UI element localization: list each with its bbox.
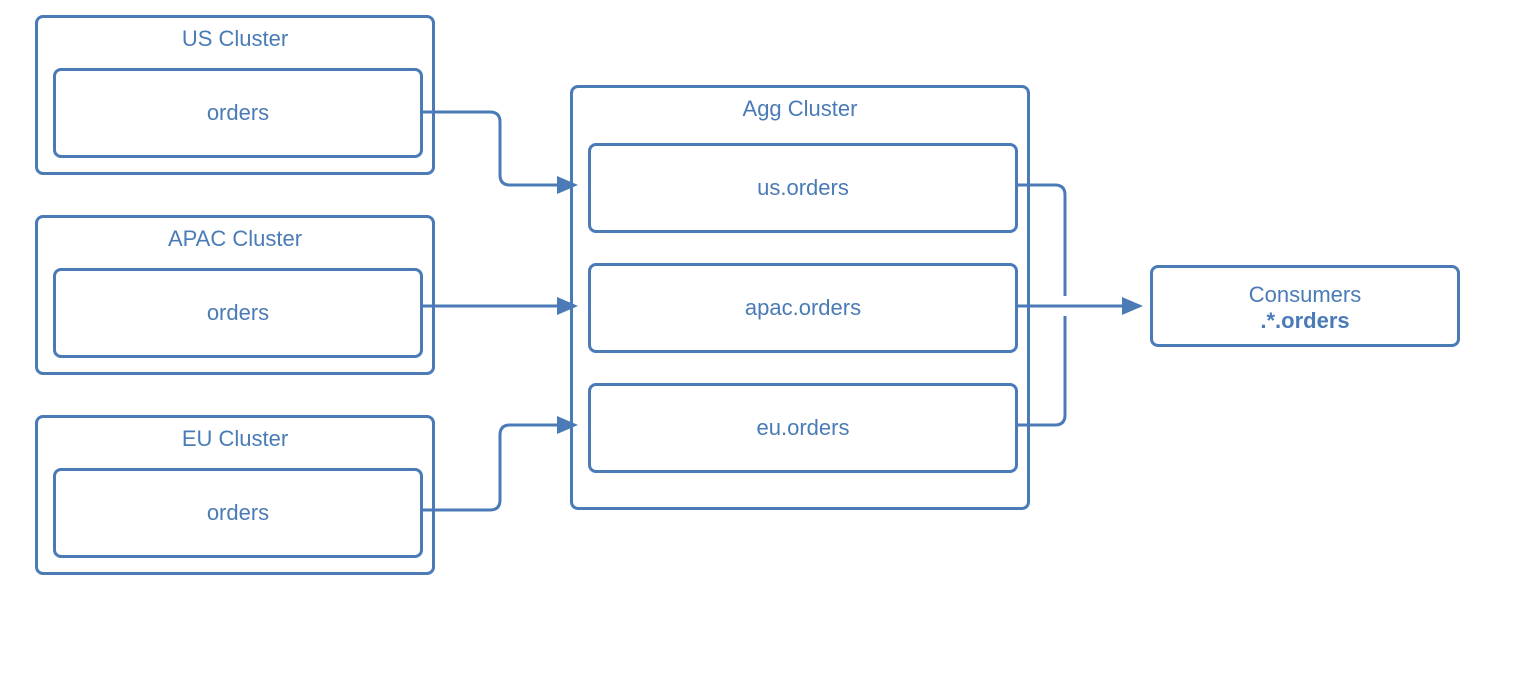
apac-orders-topic: orders xyxy=(53,268,423,358)
agg-cluster-title: Agg Cluster xyxy=(573,88,1027,128)
consumers-label: Consumers xyxy=(1249,282,1361,307)
eu-cluster-title: EU Cluster xyxy=(38,418,432,458)
arrow-eu-to-agg xyxy=(420,425,575,510)
us-orders-agg-topic: us.orders xyxy=(588,143,1018,233)
eu-orders-topic: orders xyxy=(53,468,423,558)
us-orders-topic: orders xyxy=(53,68,423,158)
arrow-us-to-agg xyxy=(420,112,575,185)
apac-orders-agg-topic: apac.orders xyxy=(588,263,1018,353)
eu-cluster-box: EU Cluster orders xyxy=(35,415,435,575)
apac-cluster-box: APAC Cluster orders xyxy=(35,215,435,375)
us-cluster-box: US Cluster orders xyxy=(35,15,435,175)
eu-orders-agg-topic: eu.orders xyxy=(588,383,1018,473)
us-cluster-title: US Cluster xyxy=(38,18,432,58)
agg-cluster-box: Agg Cluster us.orders apac.orders eu.ord… xyxy=(570,85,1030,510)
apac-cluster-title: APAC Cluster xyxy=(38,218,432,258)
consumers-box: Consumers .*.orders xyxy=(1150,265,1460,347)
cluster-aggregation-diagram: US Cluster orders APAC Cluster orders EU… xyxy=(0,0,1526,678)
consumers-pattern: .*.orders xyxy=(1260,308,1349,333)
